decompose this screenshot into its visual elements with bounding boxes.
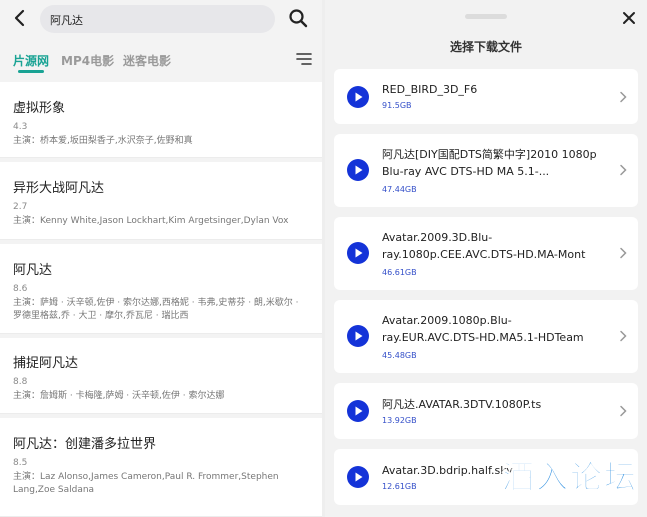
play-icon xyxy=(347,400,369,422)
result-cast: 主演：桥本爱,坂田梨香子,水沢奈子,佐野和真 xyxy=(13,136,193,146)
download-sheet: 选择下载文件 RED_BIRD_3D_F6 91.5GB 阿凡达[DIY国配DT… xyxy=(325,0,647,517)
result-score: 8.6 xyxy=(13,284,28,294)
file-size: 12.61GB xyxy=(382,482,417,491)
search-icon[interactable] xyxy=(286,6,310,30)
result-title: 阿凡达：创建潘多拉世界 xyxy=(13,437,157,452)
result-score: 2.7 xyxy=(13,202,28,212)
chevron-right-icon xyxy=(620,330,627,342)
list-item[interactable]: 捕捉阿凡达 8.8 主演：詹姆斯 · 卡梅隆,萨姆 · 沃辛顿,佐伊 · 索尔达… xyxy=(0,338,322,414)
tab-mike-movie[interactable]: 迷客电影 xyxy=(123,52,171,69)
file-size: 13.92GB xyxy=(382,416,417,425)
file-item[interactable]: 阿凡达[DIY国配DTS简繁中字]2010 1080p Blu-ray AVC … xyxy=(334,134,638,207)
result-title: 捕捉阿凡达 xyxy=(13,356,79,371)
file-name: 阿凡达[DIY国配DTS简繁中字]2010 1080p Blu-ray AVC … xyxy=(382,148,597,178)
chevron-right-icon xyxy=(620,247,627,259)
active-tab-indicator xyxy=(18,70,44,73)
result-title: 虚拟形象 xyxy=(13,101,66,116)
back-arrow-icon[interactable] xyxy=(8,6,32,30)
search-results-panel: 阿凡达 片源网 MP4电影 迷客电影 虚拟形象 4.3 主演：桥本爱,坂田梨香子… xyxy=(0,0,322,517)
search-input[interactable]: 阿凡达 xyxy=(40,5,275,33)
play-icon xyxy=(347,242,369,264)
file-size: 46.61GB xyxy=(382,268,417,277)
file-name: Avatar.2009.1080p.Blu-ray.EUR.AVC.DTS-HD… xyxy=(382,314,584,344)
file-size: 91.5GB xyxy=(382,101,412,110)
play-icon xyxy=(347,86,369,108)
sheet-title: 选择下载文件 xyxy=(449,40,522,54)
file-item[interactable]: Avatar.2009.1080p.Blu-ray.EUR.AVC.DTS-HD… xyxy=(334,300,638,373)
tab-mp4-movie[interactable]: MP4电影 xyxy=(61,52,114,69)
result-title: 阿凡达 xyxy=(13,263,53,278)
source-tabs: 片源网 MP4电影 迷客电影 xyxy=(0,50,322,76)
result-score: 8.5 xyxy=(13,458,28,468)
result-score: 8.8 xyxy=(13,377,28,387)
list-item[interactable]: 阿凡达 8.6 主演：萨姆 · 沃辛顿,佐伊 · 索尔达娜,西格妮 · 韦弗,史… xyxy=(0,244,322,334)
menu-icon[interactable] xyxy=(296,52,312,66)
file-name: RED_BIRD_3D_F6 xyxy=(382,83,478,96)
result-cast: 主演：萨姆 · 沃辛顿,佐伊 · 索尔达娜,西格妮 · 韦弗,史蒂芬 · 朗,米… xyxy=(13,298,299,321)
play-icon xyxy=(347,325,369,347)
play-icon xyxy=(347,159,369,181)
list-item[interactable]: 异形大战阿凡达 2.7 主演：Kenny White,Jason Lockhar… xyxy=(0,162,322,240)
play-icon xyxy=(347,466,369,488)
result-score: 4.3 xyxy=(13,122,28,132)
list-item[interactable]: 虚拟形象 4.3 主演：桥本爱,坂田梨香子,水沢奈子,佐野和真 xyxy=(0,82,322,158)
result-cast: 主演：詹姆斯 · 卡梅隆,萨姆 · 沃辛顿,佐伊 · 索尔达娜 xyxy=(13,391,225,401)
file-size: 45.48GB xyxy=(382,351,417,360)
file-item[interactable]: RED_BIRD_3D_F6 91.5GB xyxy=(334,69,638,124)
file-name: Avatar.2009.3D.Blu-ray.1080p.CEE.AVC.DTS… xyxy=(382,231,586,261)
chevron-right-icon xyxy=(620,91,627,103)
chevron-right-icon xyxy=(620,405,627,417)
file-item[interactable]: Avatar.2009.3D.Blu-ray.1080p.CEE.AVC.DTS… xyxy=(334,217,638,290)
tab-pianyuanwang[interactable]: 片源网 xyxy=(13,52,49,69)
top-bar: 阿凡达 xyxy=(0,0,322,40)
sheet-drag-handle[interactable] xyxy=(465,14,507,19)
list-item[interactable]: 阿凡达：创建潘多拉世界 8.5 主演：Laz Alonso,James Came… xyxy=(0,418,322,517)
screenshot: 阿凡达 片源网 MP4电影 迷客电影 虚拟形象 4.3 主演：桥本爱,坂田梨香子… xyxy=(0,0,647,517)
chevron-right-icon xyxy=(620,164,627,176)
file-item[interactable]: 阿凡达.AVATAR.3DTV.1080P.ts 13.92GB xyxy=(334,383,638,439)
result-title: 异形大战阿凡达 xyxy=(13,181,105,196)
search-query: 阿凡达 xyxy=(50,14,83,27)
close-icon[interactable] xyxy=(619,8,639,28)
file-name: 阿凡达.AVATAR.3DTV.1080P.ts xyxy=(382,398,542,411)
watermark-logo: 酒入论坛 xyxy=(501,458,639,497)
result-cast: 主演：Laz Alonso,James Cameron,Paul R. From… xyxy=(13,472,279,495)
result-cast: 主演：Kenny White,Jason Lockhart,Kim Argets… xyxy=(13,216,289,226)
file-size: 47.44GB xyxy=(382,185,417,194)
